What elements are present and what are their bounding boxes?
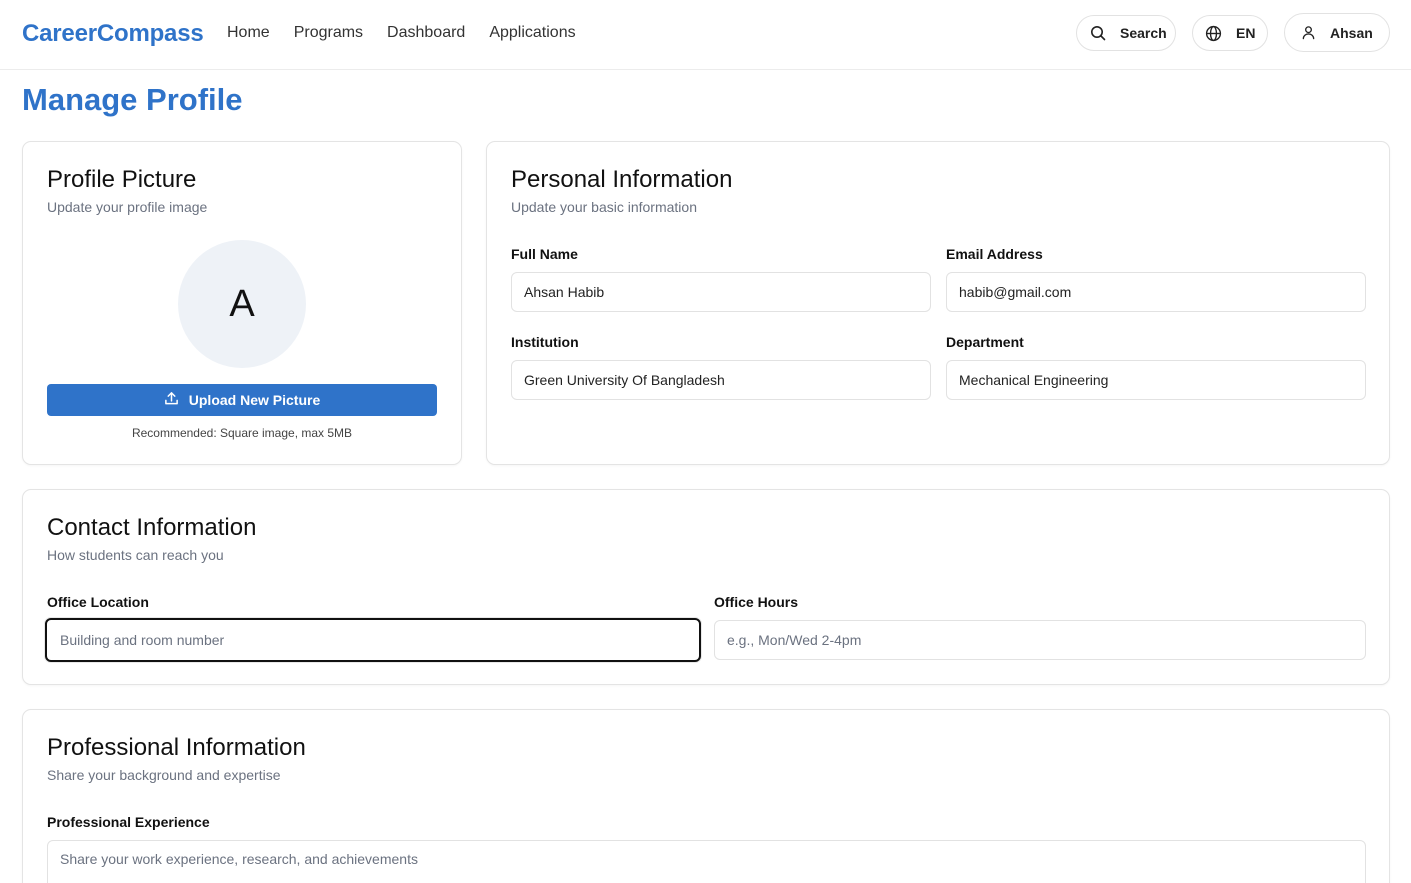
- card-title: Profile Picture: [47, 166, 197, 193]
- department-input[interactable]: [946, 360, 1366, 400]
- profile-picture-card: Profile Picture Update your profile imag…: [22, 141, 462, 465]
- institution-input[interactable]: [511, 360, 931, 400]
- search-icon: [1090, 25, 1106, 41]
- professional-info-card: Professional Information Share your back…: [22, 709, 1390, 883]
- full-name-label: Full Name: [511, 246, 578, 262]
- card-subtitle: How students can reach you: [47, 547, 224, 563]
- main-nav: Home Programs Dashboard Applications: [227, 24, 576, 42]
- upload-label: Upload New Picture: [188, 392, 321, 408]
- office-hours-input[interactable]: [714, 620, 1366, 660]
- office-location-input[interactable]: [45, 618, 701, 662]
- user-icon: [1301, 25, 1316, 40]
- contact-info-card: Contact Information How students can rea…: [22, 489, 1390, 685]
- card-subtitle: Share your background and expertise: [47, 767, 281, 783]
- brand-logo[interactable]: CareerCompass: [22, 20, 204, 48]
- nav-dashboard[interactable]: Dashboard: [387, 24, 465, 42]
- experience-label: Professional Experience: [47, 814, 210, 830]
- search-label: Search: [1120, 25, 1167, 41]
- department-label: Department: [946, 334, 1024, 350]
- search-button[interactable]: Search: [1076, 15, 1176, 51]
- language-label: EN: [1236, 25, 1256, 41]
- user-name: Ahsan: [1330, 24, 1373, 41]
- email-input[interactable]: [946, 272, 1366, 312]
- page-title: Manage Profile: [22, 82, 243, 117]
- card-subtitle: Update your basic information: [511, 199, 697, 215]
- card-title: Professional Information: [47, 734, 306, 761]
- language-selector[interactable]: EN: [1192, 15, 1268, 51]
- full-name-input[interactable]: [511, 272, 931, 312]
- nav-applications[interactable]: Applications: [489, 24, 575, 42]
- card-title: Personal Information: [511, 166, 733, 193]
- upload-note: Recommended: Square image, max 5MB: [131, 426, 353, 440]
- experience-textarea[interactable]: [47, 840, 1366, 883]
- top-navbar: CareerCompass Home Programs Dashboard Ap…: [0, 0, 1411, 70]
- personal-info-card: Personal Information Update your basic i…: [486, 141, 1390, 465]
- avatar: A: [178, 240, 306, 368]
- upload-picture-button[interactable]: Upload New Picture: [47, 384, 437, 416]
- user-menu-button[interactable]: Ahsan: [1284, 13, 1390, 52]
- upload-icon: [164, 391, 179, 409]
- office-hours-label: Office Hours: [714, 594, 799, 610]
- card-subtitle: Update your profile image: [47, 199, 208, 215]
- card-title: Contact Information: [47, 514, 257, 541]
- institution-label: Institution: [511, 334, 579, 350]
- nav-home[interactable]: Home: [227, 24, 270, 42]
- office-location-label: Office Location: [47, 594, 149, 610]
- nav-programs[interactable]: Programs: [294, 24, 363, 42]
- email-label: Email Address: [946, 246, 1043, 262]
- globe-icon: [1205, 25, 1222, 42]
